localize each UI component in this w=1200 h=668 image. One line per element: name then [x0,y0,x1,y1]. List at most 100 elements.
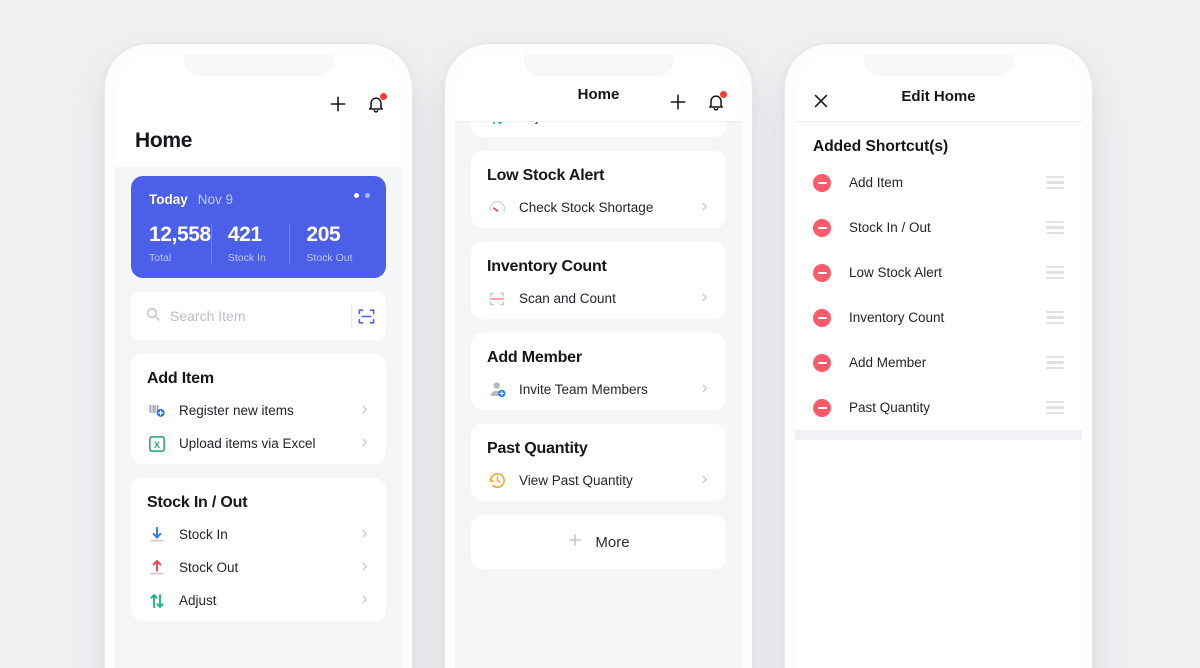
more-label: More [595,533,630,551]
chevron-right-icon [699,381,710,399]
section-separator [795,430,1082,440]
stat-label: Total [149,252,172,264]
search-bar[interactable] [131,292,386,340]
row-view-past-quantity[interactable]: View Past Quantity [487,464,710,497]
stat-label: Stock In [227,252,266,264]
clock-history-icon [487,471,507,491]
scan-icon[interactable] [352,294,382,338]
row-label: Check Stock Shortage [519,200,654,215]
shortcut-label: Stock In / Out [849,220,931,235]
drag-handle-icon[interactable] [1046,175,1064,190]
search-icon [145,306,161,327]
search-input[interactable] [161,308,351,324]
card-add-member: Add Member Invite Team Members [471,333,726,410]
phone-mockup-edit-home: Edit Home Added Shortcut(s) Add Item Sto… [785,44,1092,668]
shortcut-label: Inventory Count [849,310,945,325]
card-title: Past Quantity [487,440,588,457]
minus-circle-icon[interactable] [813,173,831,192]
card-stock-in-out-partial: Adjust [471,122,726,137]
scan-line-icon [487,289,507,309]
chevron-right-icon [359,402,370,420]
summary-card[interactable]: Today Nov 9 12,558 Total 421 Stock In 20… [131,176,386,278]
phone-notch [183,54,334,76]
card-title: Inventory Count [487,258,607,275]
shortcut-label: Past Quantity [849,400,931,415]
minus-circle-icon[interactable] [813,308,831,327]
minus-circle-icon[interactable] [813,263,831,282]
shortcut-row[interactable]: Low Stock Alert [795,250,1082,295]
chevron-right-icon [699,472,710,490]
notification-dot [380,92,387,100]
carousel-dots[interactable] [354,193,370,198]
bell-icon[interactable] [706,90,727,112]
drag-handle-icon[interactable] [1046,265,1064,280]
row-label: Adjust [519,122,557,124]
carousel-dot-active [354,193,359,198]
more-button[interactable]: More [471,515,726,569]
phone-notch [523,54,674,76]
summary-today-label: Today [149,192,188,207]
header-title: Home [577,86,620,103]
plus-icon[interactable] [328,94,348,114]
minus-circle-icon[interactable] [813,353,831,372]
minus-circle-icon[interactable] [813,218,831,237]
phone-notch [863,54,1014,76]
drag-handle-icon[interactable] [1046,400,1064,415]
row-adjust[interactable]: Adjust [147,584,370,617]
excel-icon: X [147,434,167,454]
row-scan-and-count[interactable]: Scan and Count [487,282,710,315]
card-title: Add Item [147,370,214,387]
row-invite-team-members[interactable]: Invite Team Members [487,373,710,406]
drag-handle-icon[interactable] [1046,355,1064,370]
row-label: Stock Out [179,560,239,575]
swap-vertical-icon [487,122,507,127]
card-low-stock-alert: Low Stock Alert Check Stock Shortage [471,151,726,228]
card-inventory-count: Inventory Count Scan and Count [471,242,726,319]
row-label: Upload items via Excel [179,436,316,451]
plus-icon [567,532,583,553]
shortcut-row[interactable]: Add Item [795,160,1082,205]
swap-vertical-icon [147,591,167,611]
stat-value: 12,558 [149,223,211,246]
card-stock-in-out: Stock In / Out Stock In Stock Out Adjust [131,478,386,621]
shortcut-row[interactable]: Add Member [795,340,1082,385]
header-title: Edit Home [901,88,976,105]
row-register-new-items[interactable]: Register new items [147,394,370,427]
drag-handle-icon[interactable] [1046,220,1064,235]
shortcut-label: Low Stock Alert [849,265,943,280]
row-adjust[interactable]: Adjust [487,122,710,133]
card-title: Add Member [487,349,582,366]
row-label: Scan and Count [519,291,616,306]
row-upload-items-via-excel[interactable]: X Upload items via Excel [147,427,370,460]
bell-icon[interactable] [366,92,387,114]
row-check-stock-shortage[interactable]: Check Stock Shortage [487,191,710,224]
arrow-up-tray-icon [147,558,167,578]
screen-edit-home: Edit Home Added Shortcut(s) Add Item Sto… [795,54,1082,668]
row-label: Adjust [179,593,217,608]
shortcut-row[interactable]: Inventory Count [795,295,1082,340]
card-title: Low Stock Alert [487,167,605,184]
shortcut-row[interactable]: Past Quantity [795,385,1082,430]
drag-handle-icon[interactable] [1046,310,1064,325]
card-past-quantity: Past Quantity View Past Quantity [471,424,726,501]
person-add-icon [487,380,507,400]
shortcut-row[interactable]: Stock In / Out [795,205,1082,250]
section-title: Added Shortcut(s) [813,138,949,155]
screen-home: Home Today Nov 9 12,558 Total 421 Stock … [115,54,402,668]
row-stock-in[interactable]: Stock In [147,518,370,551]
minus-circle-icon[interactable] [813,398,831,417]
carousel-dot [365,193,370,198]
row-stock-out[interactable]: Stock Out [147,551,370,584]
summary-date: Nov 9 [197,192,234,207]
summary-header: Today Nov 9 [149,192,368,207]
stat-value: 205 [306,223,341,246]
notification-dot [720,90,727,98]
chevron-right-icon [359,559,370,577]
phone-mockup-home: Home Today Nov 9 12,558 Total 421 Stock … [105,44,412,668]
stat-value: 421 [227,223,262,246]
row-label: View Past Quantity [519,473,633,488]
chevron-right-icon [699,122,710,126]
row-label: Register new items [179,403,294,418]
card-title: Stock In / Out [147,494,248,511]
gauge-icon [487,198,507,218]
